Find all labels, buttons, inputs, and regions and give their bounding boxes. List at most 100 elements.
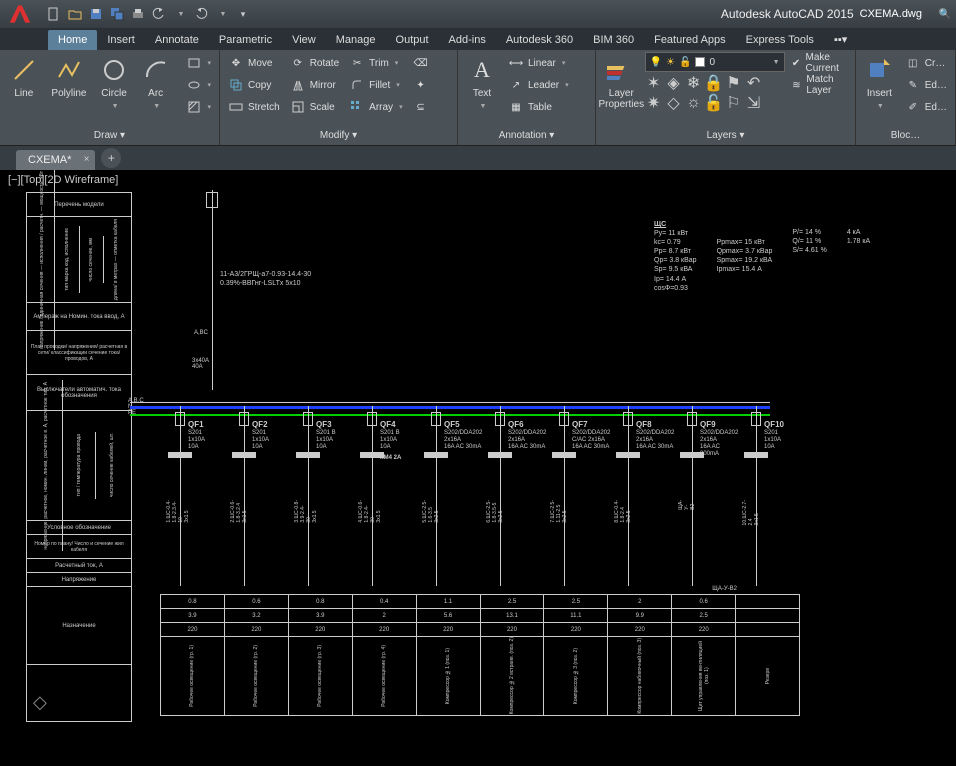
mirror-button[interactable]: Mirror — [286, 74, 343, 96]
layer-properties-button[interactable]: Layer Properties — [600, 52, 643, 114]
explode-button[interactable]: ✦ — [409, 74, 433, 96]
move-button[interactable]: ✥Move — [224, 52, 284, 74]
hatch-button[interactable]: ▾ — [182, 96, 216, 118]
erase-button[interactable]: ⌫ — [409, 52, 433, 74]
erase-icon: ⌫ — [413, 55, 429, 71]
ellipse-button[interactable]: ▾ — [182, 74, 216, 96]
layer-thaw-icon[interactable]: ☼ — [685, 94, 703, 112]
sun-icon: ☀ — [666, 57, 675, 68]
qat-new-icon[interactable] — [44, 4, 64, 24]
drawing-area[interactable]: [−][Top][2D Wireframe] Перечень модели н… — [0, 170, 956, 766]
array-button[interactable]: Array▾ — [345, 96, 406, 118]
leader-button[interactable]: ↗Leader▾ — [504, 74, 573, 96]
table-cell: 220 — [353, 623, 417, 636]
layer-unlock-icon[interactable]: 🔓 — [705, 94, 723, 112]
block-editattr-button[interactable]: ✐Ed… — [901, 96, 951, 118]
qat-undo-icon[interactable] — [149, 4, 169, 24]
table-cell: 2.5 — [544, 595, 608, 608]
match-layer-button[interactable]: ≋Match Layer — [787, 74, 851, 96]
scale-button[interactable]: Scale — [286, 96, 343, 118]
table-cell: 13.1 — [481, 609, 545, 622]
line-icon — [10, 56, 38, 84]
feeder-breaker: 3x40A 40A — [192, 358, 209, 370]
rectangle-button[interactable]: ▾ — [182, 52, 216, 74]
layer-dropdown[interactable]: 💡 ☀ 🔓 0 ▼ — [645, 52, 785, 72]
tab-featured[interactable]: Featured Apps — [644, 30, 736, 50]
table-cell: 9.9 — [608, 609, 672, 622]
layer-current-name: 0 — [709, 57, 715, 68]
tab-bim360[interactable]: BIM 360 — [583, 30, 644, 50]
qat-open-icon[interactable] — [65, 4, 85, 24]
tab-home[interactable]: Home — [48, 30, 97, 50]
trim-button[interactable]: ✂Trim▾ — [345, 52, 406, 74]
tab-annotate[interactable]: Annotate — [145, 30, 209, 50]
line-button[interactable]: Line — [4, 52, 44, 103]
arc-button[interactable]: Arc▼ — [136, 52, 176, 114]
layer-iso-icon[interactable]: ◈ — [665, 74, 683, 92]
tab-autodesk360[interactable]: Autodesk 360 — [496, 30, 583, 50]
qat-plot-icon[interactable] — [128, 4, 148, 24]
offset-icon: ⊆ — [413, 99, 429, 115]
tab-manage[interactable]: Manage — [326, 30, 386, 50]
qat-customize-icon[interactable]: ▾ — [233, 4, 253, 24]
fillet-button[interactable]: Fillet▾ — [345, 74, 406, 96]
qat-dropdown2-icon[interactable]: ▼ — [212, 4, 232, 24]
layer-on-icon[interactable]: ✷ — [645, 94, 663, 112]
panel-modify-label[interactable]: Modify ▾ — [224, 128, 453, 143]
tab-view[interactable]: View — [282, 30, 326, 50]
qat-save-icon[interactable] — [86, 4, 106, 24]
copy-button[interactable]: Copy — [224, 74, 284, 96]
stretch-button[interactable]: Stretch — [224, 96, 284, 118]
layer-lock-icon[interactable]: 🔒 — [705, 74, 723, 92]
scale-icon — [290, 99, 306, 115]
table-cell: 220 — [417, 623, 481, 636]
panel-block-label[interactable]: Bloc… — [860, 128, 951, 143]
layer-freeze-icon[interactable]: ❄ — [685, 74, 703, 92]
panel-annotation-label[interactable]: Annotation ▾ — [462, 128, 591, 143]
insert-button[interactable]: Insert▼ — [860, 52, 899, 114]
qat-redo-icon[interactable] — [191, 4, 211, 24]
help-search-icon[interactable]: 🔍 — [934, 5, 956, 23]
offset-button[interactable]: ⊆ — [409, 96, 433, 118]
table-cell: 2 — [353, 609, 417, 622]
panel-modify: ✥Move Copy Stretch ⟳Rotate Mirror Scale … — [220, 50, 458, 145]
doc-tab-cxema[interactable]: CXEMA* × — [16, 150, 95, 170]
linear-dim-button[interactable]: ⟷Linear▾ — [504, 52, 573, 74]
tab-overflow[interactable]: ▪▪▾ — [824, 29, 857, 50]
layer-state-icon[interactable]: ⚑ — [725, 74, 743, 92]
layer-prev-icon[interactable]: ↶ — [745, 74, 763, 92]
hatch-icon — [186, 99, 202, 115]
panel-layers-label[interactable]: Layers ▾ — [600, 128, 851, 143]
table-cell: 220 — [544, 623, 608, 636]
layer-uniso-icon[interactable]: ◇ — [665, 94, 683, 112]
qat-saveas-icon[interactable] — [107, 4, 127, 24]
close-icon[interactable]: × — [84, 154, 90, 165]
table-cell: 2.5 — [481, 595, 545, 608]
polyline-button[interactable]: Polyline — [46, 52, 93, 103]
app-logo[interactable] — [0, 0, 40, 28]
qat-dropdown-icon[interactable]: ▼ — [170, 4, 190, 24]
tab-parametric[interactable]: Parametric — [209, 30, 282, 50]
block-edit-button[interactable]: ✎Ed… — [901, 74, 951, 96]
tab-addins[interactable]: Add-ins — [439, 30, 496, 50]
add-tab-button[interactable]: + — [101, 148, 121, 168]
tab-output[interactable]: Output — [386, 30, 439, 50]
table-icon: ▦ — [508, 99, 524, 115]
table-cell: 0.4 — [353, 595, 417, 608]
rotate-button[interactable]: ⟳Rotate — [286, 52, 343, 74]
layer-off-icon[interactable]: ✶ — [645, 74, 663, 92]
layer-merge-icon[interactable]: ⇲ — [745, 94, 763, 112]
make-current-button[interactable]: ✔Make Current — [787, 52, 851, 74]
panel-draw-label[interactable]: Draw ▾ — [4, 128, 215, 143]
tab-insert[interactable]: Insert — [97, 30, 145, 50]
mirror-icon — [290, 77, 306, 93]
quick-access-toolbar: ▼ ▼ ▾ — [44, 4, 253, 24]
circle-button[interactable]: Circle▼ — [94, 52, 134, 114]
table-button[interactable]: ▦Table — [504, 96, 573, 118]
table-cell: 11.1 — [544, 609, 608, 622]
layer-walk-icon[interactable]: ⚐ — [725, 94, 743, 112]
block-create-button[interactable]: ◫Cr… — [901, 52, 951, 74]
text-button[interactable]: A Text▼ — [462, 52, 502, 114]
tab-express[interactable]: Express Tools — [736, 30, 824, 50]
table-cell: 0.8 — [161, 595, 225, 608]
